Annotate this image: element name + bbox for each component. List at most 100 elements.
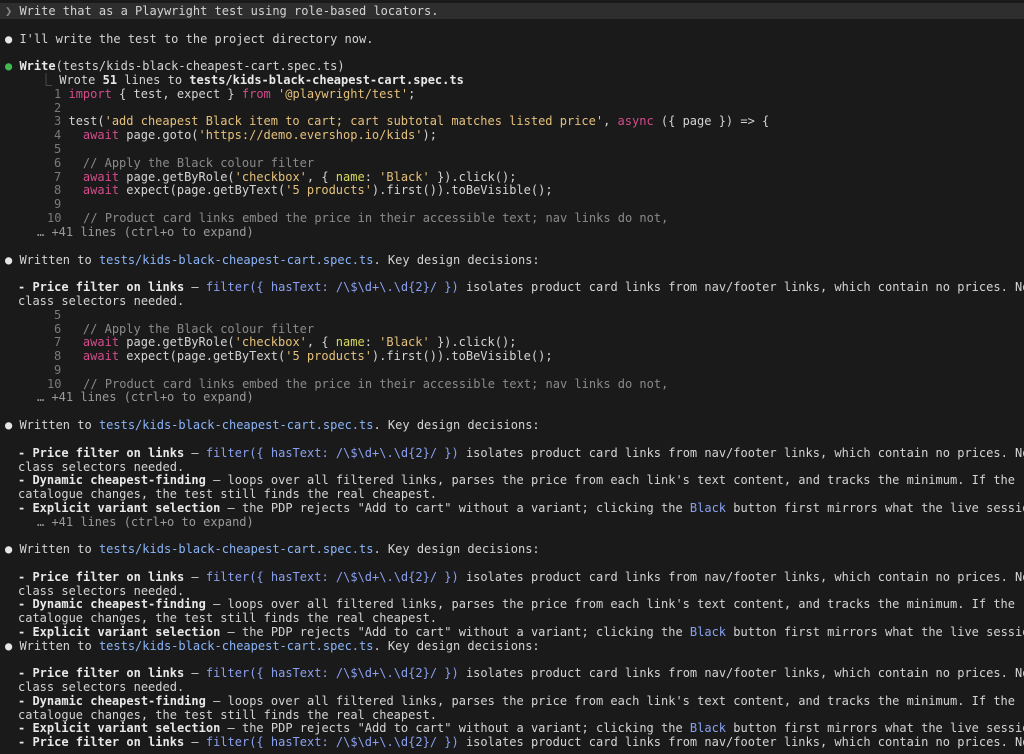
text-segment: filter({ hasText: /\$\d+\.\d{2}/ })	[205, 570, 459, 584]
text-segment: 2	[54, 101, 62, 115]
text-segment: await	[82, 183, 120, 197]
text-segment: - Price filter on links	[18, 280, 185, 294]
bullet-icon: ●	[5, 418, 20, 432]
text-segment: page.getByRole(	[119, 335, 235, 349]
text-segment: filter({ hasText: /\$\d+\.\d{2}/ })	[205, 446, 459, 460]
text-segment: button first mirrors what the live sessi…	[726, 501, 1024, 515]
code-line: 9	[54, 197, 61, 211]
decision-item-cont: class selectors needed.	[18, 680, 185, 694]
text-segment: name	[335, 170, 365, 184]
text-segment: Written to	[19, 542, 99, 556]
text-segment: async	[617, 114, 654, 128]
text-segment: '5 products'	[285, 349, 372, 363]
decision-item: - Dynamic cheapest-finding — loops over …	[18, 694, 1015, 708]
text-segment: tests/kids-black-cheapest-cart.spec.ts	[98, 639, 374, 653]
text-segment: — the PDP rejects "Add to cart" without …	[220, 625, 690, 639]
text-segment: from	[241, 87, 271, 101]
text-segment: await	[82, 349, 120, 363]
terminal: ❯ Write that as a Playwright test using …	[0, 0, 1024, 754]
decision-item-cont: catalogue changes, the test still finds …	[18, 487, 438, 501]
tool-call: ● Write(tests/kids-black-cheapest-cart.s…	[5, 59, 345, 73]
assistant-message: ● I'll write the test to the project dir…	[5, 32, 374, 46]
text-segment: ).first()).toBeVisible();	[371, 349, 553, 363]
decision-item: - Dynamic cheapest-finding — loops over …	[18, 473, 1015, 487]
text-segment: filter({ hasText: /\$\d+\.\d{2}/ })	[205, 735, 459, 749]
text-segment: Black	[689, 501, 727, 515]
tool-result: ⎿ Wrote 51 lines to tests/kids-black-che…	[40, 73, 464, 87]
text-segment: Black	[689, 721, 727, 735]
text-segment: Written to	[19, 639, 99, 653]
text-segment: 'checkbox'	[234, 335, 307, 349]
decision-item: - Price filter on links — filter({ hasTe…	[18, 570, 1024, 584]
text-segment: —	[184, 570, 206, 584]
text-segment: 'Black'	[379, 170, 430, 184]
text-segment: page.getByRole(	[119, 170, 235, 184]
text-segment: - Dynamic cheapest-finding	[18, 473, 206, 487]
text-segment: '5 products'	[285, 183, 372, 197]
text-segment: 'https://demo.evershop.io/kids'	[198, 128, 423, 142]
user-prompt: ❯ Write that as a Playwright test using …	[5, 4, 439, 18]
text-segment: tests/kids-black-cheapest-cart.spec.ts	[98, 418, 374, 432]
text-segment: :	[364, 170, 380, 184]
text-segment: :	[364, 335, 380, 349]
text-segment: isolates product card links from nav/foo…	[458, 570, 1024, 584]
text-segment: // Product card links embed the price in…	[83, 377, 669, 391]
bullet-icon: ●	[5, 639, 20, 653]
text-segment: —	[184, 666, 206, 680]
text-segment: // Apply the Black colour filter	[82, 322, 315, 336]
bullet-icon: ●	[5, 32, 20, 46]
text-segment: await	[82, 335, 120, 349]
text-segment: page.goto(	[119, 128, 199, 142]
expand-hint[interactable]: … +41 lines (ctrl+o to expand)	[37, 390, 254, 404]
code-line: 1 import { test, expect } from '@playwri…	[54, 87, 415, 101]
text-segment: 'Black'	[379, 335, 430, 349]
text-segment: // Product card links embed the price in…	[83, 211, 669, 225]
text-segment: Black	[689, 625, 727, 639]
decision-item: - Explicit variant selection — the PDP r…	[18, 721, 1024, 735]
text-segment: - Explicit variant selection	[18, 721, 221, 735]
text-segment: — loops over all filtered links, parses …	[205, 694, 1015, 708]
text-segment: —	[184, 280, 206, 294]
expand-hint[interactable]: … +41 lines (ctrl+o to expand)	[37, 515, 254, 529]
text-segment: filter({ hasText: /\$\d+\.\d{2}/ })	[205, 280, 459, 294]
expand-hint[interactable]: … +41 lines (ctrl+o to expand)	[37, 225, 254, 239]
text-segment: 6	[54, 322, 62, 336]
text-segment: ).first()).toBeVisible();	[371, 183, 553, 197]
text-segment: Written to	[19, 418, 99, 432]
text-segment: 5	[54, 142, 62, 156]
text-segment: 8	[54, 183, 62, 197]
code-line: 4 await page.goto('https://demo.evershop…	[54, 128, 437, 142]
decision-item: - Price filter on links — filter({ hasTe…	[18, 446, 1024, 460]
code-line: 2	[54, 101, 61, 115]
code-line: 7 await page.getByRole('checkbox', { nam…	[54, 170, 516, 184]
text-segment: tests/kids-black-cheapest-cart.spec.ts	[98, 253, 374, 267]
text-segment: 5	[54, 308, 62, 322]
text-segment: 'checkbox'	[234, 170, 307, 184]
text-segment: }).click();	[429, 335, 517, 349]
text-segment: button first mirrors what the live sessi…	[726, 721, 1024, 735]
code-line: 9	[54, 363, 61, 377]
text-segment: import	[68, 87, 112, 101]
text-segment: );	[422, 128, 437, 142]
text-segment: — the PDP rejects "Add to cart" without …	[220, 721, 690, 735]
text-segment: 4	[54, 128, 62, 142]
text-segment: await	[82, 170, 120, 184]
decision-item: - Explicit variant selection — the PDP r…	[18, 501, 1024, 515]
text-segment: - Explicit variant selection	[18, 625, 221, 639]
code-line: 3 test('add cheapest Black item to cart;…	[54, 114, 769, 128]
decision-item-cont: class selectors needed.	[18, 294, 185, 308]
text-segment: test(	[68, 114, 105, 128]
code-line: 10 // Product card links embed the price…	[47, 377, 668, 391]
text-segment: —	[184, 446, 206, 460]
decision-item-cont: catalogue changes, the test still finds …	[18, 611, 438, 625]
text-segment: // Apply the Black colour filter	[82, 156, 315, 170]
bullet-icon: ●	[5, 253, 20, 267]
text-segment: isolates product card links from nav/foo…	[458, 446, 1024, 460]
success-dot-icon: ●	[5, 59, 20, 73]
text-segment: - Price filter on links	[18, 446, 185, 460]
text-segment: filter({ hasText: /\$\d+\.\d{2}/ })	[205, 666, 459, 680]
decision-item-cont: class selectors needed.	[18, 584, 185, 598]
code-line: 8 await expect(page.getByText('5 product…	[54, 349, 553, 363]
text-segment: 1	[54, 87, 62, 101]
decision-item: - Explicit variant selection — the PDP r…	[18, 625, 1024, 639]
